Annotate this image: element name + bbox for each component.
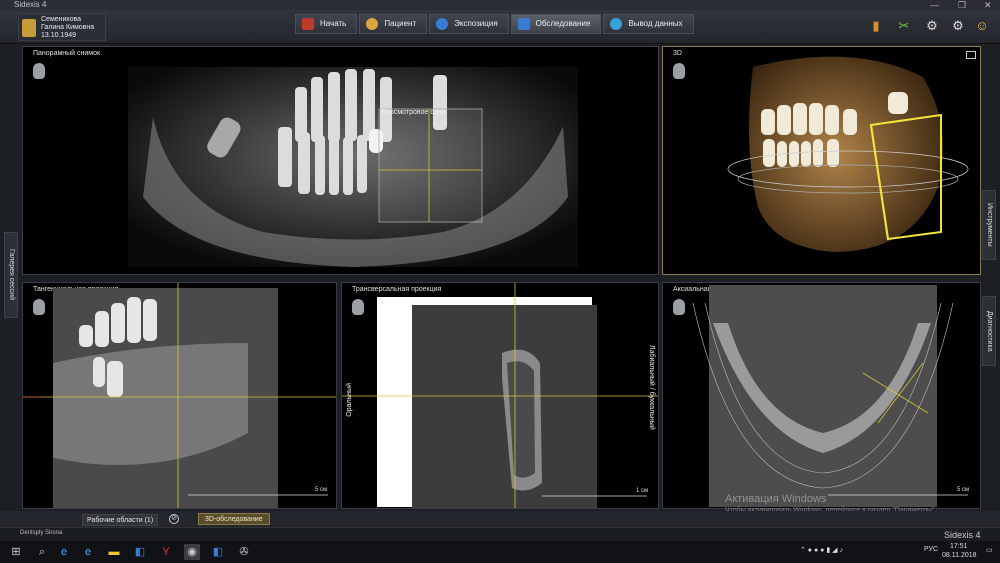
patient-icon: [366, 18, 379, 30]
clock-time[interactable]: 17:51: [950, 543, 968, 550]
transversal-viewer[interactable]: Трансверсальная проекция Оральный Лабиал…: [341, 282, 659, 509]
expand-icon[interactable]: [966, 51, 976, 59]
search-icon[interactable]: ⌕: [34, 544, 50, 560]
tangential-viewer[interactable]: Тангенциальная проекция 5 см: [22, 282, 337, 509]
edge-icon[interactable]: e: [56, 544, 72, 560]
patient-avatar: [22, 19, 36, 37]
step-examination[interactable]: Обследование: [510, 14, 602, 34]
scale-label: 5 см: [315, 487, 328, 493]
step-patient[interactable]: Пациент: [359, 14, 428, 34]
outlook-icon-2[interactable]: ◧: [210, 544, 226, 560]
step-start[interactable]: Начать: [295, 14, 358, 34]
ie-icon[interactable]: e: [80, 544, 96, 560]
sidexis-task-icon[interactable]: ◉: [184, 544, 200, 560]
tray-icons[interactable]: ⌃ ● ● ● ▮ ◢ ♪: [800, 546, 843, 554]
view-window-label: Просмотровое окно: [381, 109, 445, 116]
transversal-image: [342, 283, 658, 508]
3d-viewer[interactable]: 3D: [662, 46, 981, 275]
step-label: Обследование: [535, 19, 591, 28]
workspace-bar: Рабочие области (1) ⊘ 3D-обследование: [0, 511, 1000, 527]
user-icon[interactable]: ☺: [974, 18, 990, 34]
close-workspace-icon[interactable]: ⊘: [169, 514, 179, 524]
diagnostics-tab[interactable]: Диагностика: [982, 296, 996, 366]
oral-label: Оральный: [346, 383, 353, 417]
maximize-button[interactable]: ❐: [958, 0, 966, 10]
gear-icon[interactable]: ⚙: [924, 18, 940, 34]
window-title: Sidexis 4: [14, 0, 47, 9]
panoramic-viewer[interactable]: Панорамный снимок Просмотровое окно: [22, 46, 659, 275]
session-tab-3d[interactable]: 3D-обследование: [198, 513, 270, 525]
patient-birth-date: 13.10.1949: [41, 32, 77, 39]
help-icon[interactable]: ⚙: [950, 18, 966, 34]
tools-icon[interactable]: ✂: [896, 18, 912, 34]
3d-rendering: [727, 56, 969, 252]
step-label: Начать: [320, 19, 347, 28]
book-icon[interactable]: ▮: [868, 18, 884, 34]
tangential-image: [23, 283, 336, 508]
patient-first-name: Галина Кимовна: [41, 24, 95, 31]
patient-last-name: Семеникова: [41, 16, 81, 23]
activation-watermark-title: Активация Windows: [725, 493, 827, 505]
patient-card[interactable]: Семеникова Галина Кимовна 13.10.1949: [18, 13, 106, 41]
workflow-steps: Начать Пациент Экспозиция Обследование В…: [295, 14, 696, 36]
notifications-icon[interactable]: ▭: [986, 546, 993, 554]
axial-image: [692, 285, 968, 507]
exposure-icon: [436, 18, 449, 30]
step-label: Вывод данных: [628, 19, 683, 28]
home-icon: [302, 18, 314, 30]
windows-taskbar: ⊞ ⌕ e e ▬ ◧ Y ◉ ◧ ✇ ⌃ ● ● ● ▮ ◢ ♪ РУС 17…: [0, 541, 1000, 563]
scale-label: 5 см: [957, 487, 970, 493]
tools-tab[interactable]: Инструменты: [982, 190, 996, 260]
windows-start-icon[interactable]: ⊞: [8, 544, 24, 560]
folder-icon[interactable]: ▬: [106, 544, 122, 560]
input-language[interactable]: РУС: [924, 546, 938, 553]
step-label: Пациент: [384, 19, 417, 28]
step-exposure[interactable]: Экспозиция: [429, 14, 509, 34]
workspaces-label[interactable]: Рабочие области (1): [82, 514, 159, 526]
scale-label: 1 см: [636, 488, 649, 494]
vendor-logo: Dentsply Sirona: [20, 530, 63, 536]
examination-icon: [517, 18, 530, 30]
globe-icon: [610, 18, 623, 30]
axial-viewer[interactable]: Аксиальная проекция (сверху) 5 см: [662, 282, 981, 509]
session-gallery-tab[interactable]: Галерея сессий: [4, 232, 18, 318]
step-label: Экспозиция: [454, 19, 498, 28]
brand-bar: Dentsply Sirona Sidexis 4: [0, 527, 1000, 541]
view-window: [378, 108, 483, 223]
outlook-icon[interactable]: ◧: [132, 544, 148, 560]
clock-date[interactable]: 08.11.2018: [942, 552, 977, 559]
window-titlebar: Sidexis 4 — ❐ ✕: [0, 0, 1000, 10]
labial-label: Лабиальный / буккальный: [648, 345, 655, 430]
minimize-button[interactable]: —: [930, 0, 939, 10]
close-button[interactable]: ✕: [984, 0, 992, 10]
app-icon[interactable]: ✇: [236, 544, 252, 560]
step-output[interactable]: Вывод данных: [603, 14, 694, 34]
product-name: Sidexis 4: [944, 530, 981, 540]
top-toolbar: Семеникова Галина Кимовна 13.10.1949 Нач…: [0, 10, 1000, 44]
yandex-icon[interactable]: Y: [158, 544, 174, 560]
panoramic-image: [128, 67, 578, 267]
